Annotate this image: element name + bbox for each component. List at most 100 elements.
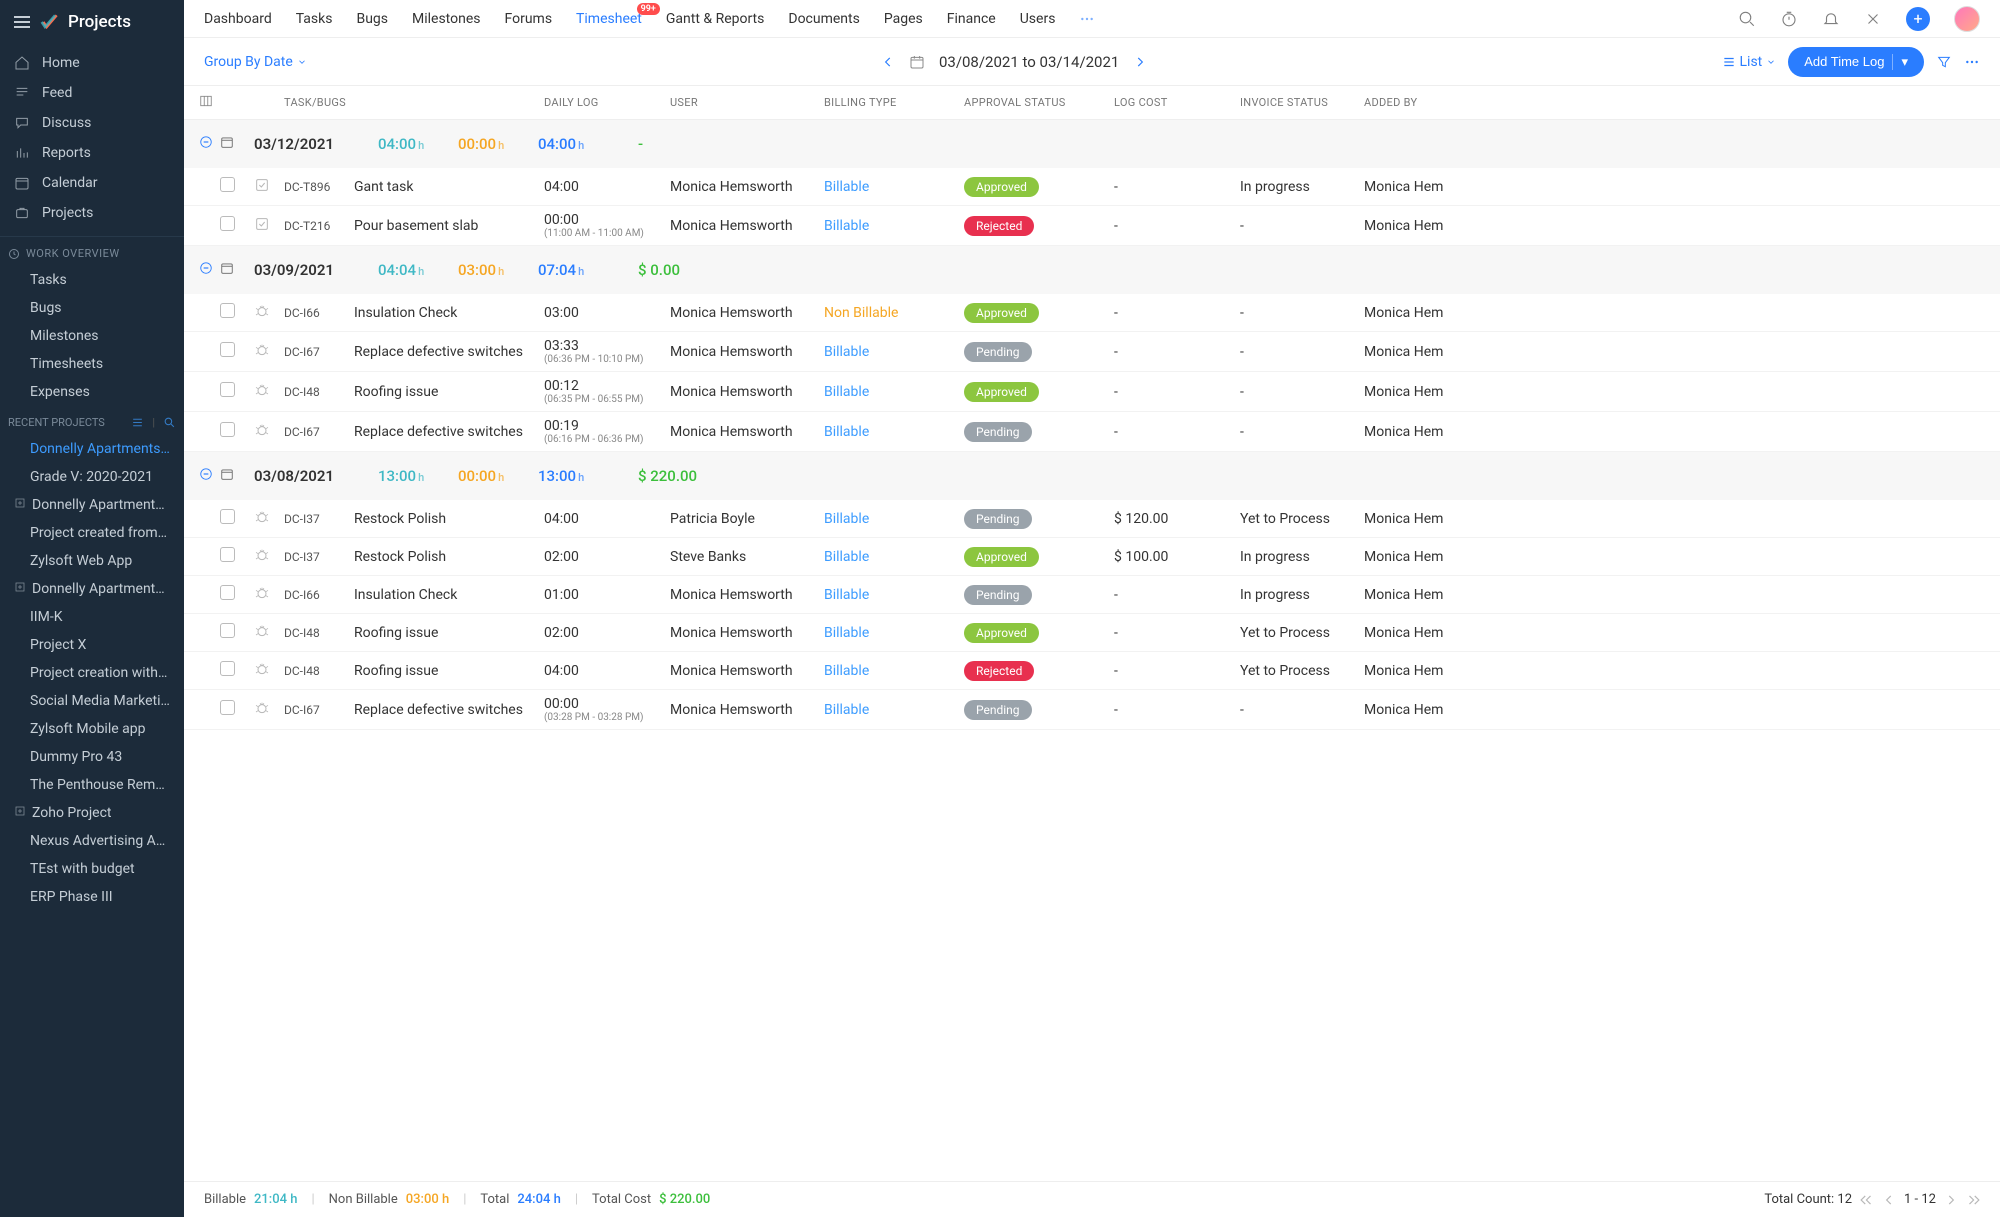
nav-discuss[interactable]: Discuss	[0, 108, 184, 138]
recent-project[interactable]: Donnelly Apartments C	[0, 491, 184, 519]
row-checkbox[interactable]	[220, 700, 235, 715]
timesheet-row[interactable]: DC-I66 Insulation Check 01:00 Monica Hem…	[184, 576, 2000, 614]
nav-calendar[interactable]: Calendar	[0, 168, 184, 198]
chevron-down-icon[interactable]: ▾	[1892, 54, 1908, 70]
work-tasks[interactable]: Tasks	[0, 266, 184, 294]
row-checkbox[interactable]	[220, 216, 235, 231]
tab-documents[interactable]: Documents	[788, 11, 859, 27]
user-avatar[interactable]	[1954, 6, 1980, 32]
recent-project[interactable]: The Penthouse Remode	[0, 771, 184, 799]
recent-project[interactable]: Dummy Pro 43	[0, 743, 184, 771]
recent-project[interactable]: ERP Phase III	[0, 883, 184, 911]
app-logo[interactable]: Projects	[40, 12, 131, 32]
collapse-icon[interactable]	[199, 261, 213, 275]
row-checkbox[interactable]	[220, 623, 235, 638]
filter-icon[interactable]	[1936, 54, 1952, 70]
first-page-icon[interactable]	[1860, 1193, 1874, 1207]
date-group-row[interactable]: 03/08/2021 13:00h 00:00h 13:00h $ 220.00	[184, 452, 2000, 500]
row-task[interactable]: Pour basement slab	[354, 218, 544, 234]
work-bugs[interactable]: Bugs	[0, 294, 184, 322]
recent-project[interactable]: Donnelly Apartments C	[0, 575, 184, 603]
recent-project[interactable]: Project created from CF	[0, 519, 184, 547]
view-dropdown[interactable]: List	[1722, 54, 1777, 70]
tab-forums[interactable]: Forums	[505, 11, 553, 27]
row-checkbox[interactable]	[220, 585, 235, 600]
col-added-header[interactable]: ADDED BY	[1364, 96, 2000, 109]
next-date-icon[interactable]	[1133, 55, 1147, 69]
timesheet-row[interactable]: DC-T896 Gant task 04:00 Monica Hemsworth…	[184, 168, 2000, 206]
work-milestones[interactable]: Milestones	[0, 322, 184, 350]
col-cost-header[interactable]: LOG COST	[1114, 96, 1240, 109]
col-log-header[interactable]: DAILY LOG	[544, 96, 670, 109]
calendar-icon[interactable]	[909, 54, 925, 70]
nav-projects[interactable]: Projects	[0, 198, 184, 228]
recent-project[interactable]: Zylsoft Web App	[0, 547, 184, 575]
tab-dashboard[interactable]: Dashboard	[204, 11, 272, 27]
timer-icon[interactable]	[1780, 10, 1798, 28]
recent-project[interactable]: TEst with budget	[0, 855, 184, 883]
work-expenses[interactable]: Expenses	[0, 378, 184, 406]
next-page-icon[interactable]	[1944, 1193, 1958, 1207]
timesheet-row[interactable]: DC-I67 Replace defective switches 03:33(…	[184, 332, 2000, 372]
recent-project[interactable]: IIM-K	[0, 603, 184, 631]
prev-date-icon[interactable]	[881, 55, 895, 69]
timesheet-row[interactable]: DC-T216 Pour basement slab 00:00(11:00 A…	[184, 206, 2000, 246]
tab-milestones[interactable]: Milestones	[412, 11, 481, 27]
search-icon[interactable]	[1738, 10, 1756, 28]
row-task[interactable]: Replace defective switches	[354, 424, 544, 440]
more-icon[interactable]	[1964, 54, 1980, 70]
tools-icon[interactable]	[1864, 10, 1882, 28]
recent-project[interactable]: Project creation with la	[0, 659, 184, 687]
date-group-row[interactable]: 03/12/2021 04:00h 00:00h 04:00h -	[184, 120, 2000, 168]
row-checkbox[interactable]	[220, 547, 235, 562]
nav-feed[interactable]: Feed	[0, 78, 184, 108]
timesheet-row[interactable]: DC-I67 Replace defective switches 00:19(…	[184, 412, 2000, 452]
recent-project[interactable]: Zoho Project	[0, 799, 184, 827]
timesheet-row[interactable]: DC-I37 Restock Polish 02:00 Steve Banks …	[184, 538, 2000, 576]
row-task[interactable]: Roofing issue	[354, 625, 544, 641]
tab-tasks[interactable]: Tasks	[296, 11, 333, 27]
columns-icon[interactable]	[199, 94, 213, 108]
row-checkbox[interactable]	[220, 422, 235, 437]
nav-reports[interactable]: Reports	[0, 138, 184, 168]
col-task-header[interactable]: TASK/BUGS	[284, 96, 474, 109]
timesheet-row[interactable]: DC-I48 Roofing issue 02:00 Monica Hemswo…	[184, 614, 2000, 652]
timesheet-row[interactable]: DC-I67 Replace defective switches 00:00(…	[184, 690, 2000, 730]
recent-project[interactable]: Zylsoft Mobile app	[0, 715, 184, 743]
timesheet-row[interactable]: DC-I48 Roofing issue 00:12(06:35 PM - 06…	[184, 372, 2000, 412]
tab-timesheet[interactable]: Timesheet99+	[576, 11, 642, 27]
add-button[interactable]: +	[1906, 7, 1930, 31]
row-checkbox[interactable]	[220, 177, 235, 192]
prev-page-icon[interactable]	[1882, 1193, 1896, 1207]
row-checkbox[interactable]	[220, 509, 235, 524]
timesheet-row[interactable]: DC-I37 Restock Polish 04:00 Patricia Boy…	[184, 500, 2000, 538]
row-task[interactable]: Insulation Check	[354, 305, 544, 321]
recent-project[interactable]: Donnelly Apartments C	[0, 435, 184, 463]
row-task[interactable]: Roofing issue	[354, 663, 544, 679]
recent-project[interactable]: Grade V: 2020-2021	[0, 463, 184, 491]
search-icon[interactable]	[163, 416, 176, 429]
timesheet-row[interactable]: DC-I66 Insulation Check 03:00 Monica Hem…	[184, 294, 2000, 332]
date-group-row[interactable]: 03/09/2021 04:04h 03:00h 07:04h $ 0.00	[184, 246, 2000, 294]
tab-finance[interactable]: Finance	[947, 11, 996, 27]
row-task[interactable]: Gant task	[354, 179, 544, 195]
col-billing-header[interactable]: BILLING TYPE	[824, 96, 964, 109]
row-checkbox[interactable]	[220, 342, 235, 357]
row-checkbox[interactable]	[220, 303, 235, 318]
col-approval-header[interactable]: APPROVAL STATUS	[964, 96, 1114, 109]
recent-project[interactable]: Project X	[0, 631, 184, 659]
collapse-icon[interactable]	[199, 135, 213, 149]
recent-project[interactable]: Nexus Advertising Agen	[0, 827, 184, 855]
work-overview-header[interactable]: WORK OVERVIEW	[0, 236, 184, 266]
row-task[interactable]: Roofing issue	[354, 384, 544, 400]
row-checkbox[interactable]	[220, 661, 235, 676]
more-tabs-icon[interactable]	[1079, 11, 1095, 27]
row-task[interactable]: Replace defective switches	[354, 344, 544, 360]
row-task[interactable]: Insulation Check	[354, 587, 544, 603]
tab-users[interactable]: Users	[1020, 11, 1056, 27]
tab-gantt-reports[interactable]: Gantt & Reports	[666, 11, 765, 27]
timesheet-row[interactable]: DC-I48 Roofing issue 04:00 Monica Hemswo…	[184, 652, 2000, 690]
collapse-icon[interactable]	[199, 467, 213, 481]
nav-home[interactable]: Home	[0, 48, 184, 78]
row-task[interactable]: Restock Polish	[354, 549, 544, 565]
